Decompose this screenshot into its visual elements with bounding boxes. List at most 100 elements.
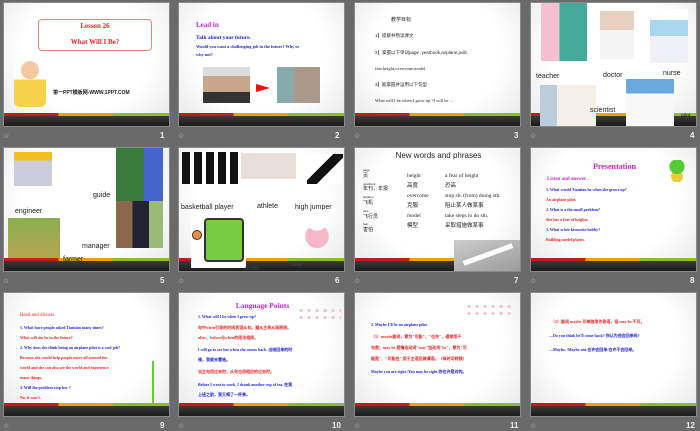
word-label: engineer [15,208,43,215]
footer-bar [4,116,169,126]
animation-star-icon[interactable]: ☆ [354,422,360,430]
pilot-image [626,79,674,126]
vocab-meaning: 克服 [407,203,419,209]
slide-title: Read and discuss [20,313,55,318]
word-label: doctor [603,72,623,79]
footer-bar [355,116,520,126]
slide-text: after、before与when的用法相同。 [198,335,259,340]
word-label: scientist [590,107,616,114]
vocab-word: height [407,173,421,179]
word-label: manager [82,243,110,250]
word-label: basketball player [181,204,234,211]
slide-thumbnail-6[interactable]: basketball player athlete high jumper dr… [178,147,345,272]
vocab-word: overcome [407,193,429,199]
animation-star-icon[interactable]: ☆ [530,132,536,140]
answer-text: many things. [20,375,43,380]
footer-bar [355,406,520,416]
blossom-branch-image [465,303,515,319]
animation-star-icon[interactable]: ☆ [530,277,536,285]
vocab-meaning: 年刊，年报 [363,186,389,193]
slide-heading: Lead in [196,21,219,29]
athlete-image [241,153,296,179]
word-label: pilot [681,113,691,119]
footer-bar [4,261,169,271]
slide-text: Talk about your future. [196,35,251,41]
slide-text: 1】提解并熟读课文 [375,33,414,38]
slide-number: 4 [690,131,695,140]
slide-heading: 教学目标 [391,17,412,23]
animation-star-icon[interactable]: ☆ [3,132,9,140]
slide-thumbnail-5[interactable]: guide engineer manager farmer [3,147,170,272]
slide-text: why not? [196,52,213,57]
guide-image [116,148,163,205]
animation-star-icon[interactable]: ☆ [3,422,9,430]
slide-text: Would you want a challenging job in the … [196,44,300,49]
answer-text: world and she can also see the world and… [20,365,109,370]
slide-number: 6 [335,276,340,285]
question-text: 2. Why does she think being an airplane … [20,345,121,350]
slide-text: 3】能掌握并运用以下句型 [375,82,428,87]
animation-star-icon[interactable]: ☆ [354,132,360,140]
slide-thumbnail-12[interactable]: （2）副词 maybe 可单独用作答语，但 may be 不可。 —Do you… [530,292,697,417]
animation-star-icon[interactable]: ☆ [178,422,184,430]
vocab-col-3: a fear of height 恐高 stop sb. (from) doing … [445,171,501,231]
slide-text: 句中when引导的时间状语从句。遵从主将从现原则。 [198,325,292,330]
slide-text: （1）maybe副词，意为"可能"、"也许"，通常用于 [371,334,462,339]
slide-text: —Maybe. /Maybe not.也许会回来/也许不会回来。 [549,347,637,352]
question-text: 3. Will the problem stop her ? [20,385,71,390]
slide-text: I will go to see her when she comes back… [198,347,293,352]
slide-number: 10 [332,421,341,430]
arrow-right-icon [256,84,270,92]
bus-driver-image [191,212,246,268]
answer-text: What will she be in the future? [20,335,73,340]
slide-thumbnail-11[interactable]: 2. Maybe I'll be an airplane pilot. （1）m… [354,292,521,417]
slide-thumbnail-7[interactable]: New words and phrases page 页 yearbook 年刊，年… [354,147,521,272]
word-label: driver [245,266,261,272]
nurse-image [650,9,688,63]
slide-title: New words and phrases [395,151,482,160]
office-photo [277,67,320,103]
animation-star-icon[interactable]: ☆ [530,422,536,430]
vocab-meaning: 飞行员 [363,213,379,220]
basketball-image [182,152,240,184]
vocab-meaning: 飞机 [363,199,374,206]
high-jumper-image [307,154,343,184]
animation-star-icon[interactable]: ☆ [178,277,184,285]
question-text: 1. What would Tiantian be when she grows… [546,187,627,192]
model-airplane-image [454,240,520,271]
slide-thumbnail-9[interactable]: Read and discuss 1. What have people ask… [3,292,170,417]
question-text: 1. What have people asked Tiantian many … [20,325,104,330]
engineer-image [14,152,52,186]
slide-thumbnail-8[interactable]: Presentation Listen and answer . 1. What… [530,147,697,272]
vocab-col-1: page 页 yearbook 年刊，年报 airplane 飞机 pilot 飞行员 … [363,168,388,234]
slide-text: 上班之前，我又喝了一杯茶。 [198,392,250,397]
word-label: cook [291,262,302,268]
slide-number: 12 [686,421,695,430]
slide-thumbnail-1[interactable]: Lesson 26 What Will I Be? 第一PPT模板网-WWW.1… [3,2,170,127]
slide-number: 11 [510,421,519,430]
slide-thumbnail-10[interactable]: Language Points 1. What will I be when I… [178,292,345,417]
word-label: nurse [663,70,681,77]
slide-number: 1 [160,131,165,140]
slide-thumbnail-2[interactable]: Lead in Talk about your future. Would yo… [178,2,345,127]
slide-text: （2）副词 maybe 可单独用作答语，但 may be 不可。 [551,319,645,324]
slide-number: 8 [690,276,695,285]
animation-star-icon[interactable]: ☆ [3,277,9,285]
vocab-col-2: height 高度 overcome 克服 model 模型 [407,171,429,231]
slide-thumbnail-3[interactable]: 教学目标 1】提解并熟读课文 2】掌握以下单词page ,yearbook,ai… [354,2,521,127]
slide-number: 5 [160,276,165,285]
site-text: 第一PPT模板网-WWW.1PPT.COM [53,90,130,96]
slide-text: What will I be when I grow up ?I will be… [375,98,453,103]
slide-number: 2 [335,131,340,140]
slide-text: 1. What will I be when I grow up? [198,314,256,319]
girl-photo [203,67,250,103]
manager-image [116,201,163,248]
cook-image [297,210,337,258]
animation-star-icon[interactable]: ☆ [178,132,184,140]
slide-thumbnail-4[interactable]: teacher doctor nurse scientist pilot [530,2,697,127]
footer-bar [179,116,344,126]
question-text: 3. What is her favourite hobby? [546,227,601,232]
answer-text: Building model planes. [546,237,586,242]
animation-star-icon[interactable]: ☆ [354,277,360,285]
phrase-meaning: 采取措施做某事 [445,223,484,229]
